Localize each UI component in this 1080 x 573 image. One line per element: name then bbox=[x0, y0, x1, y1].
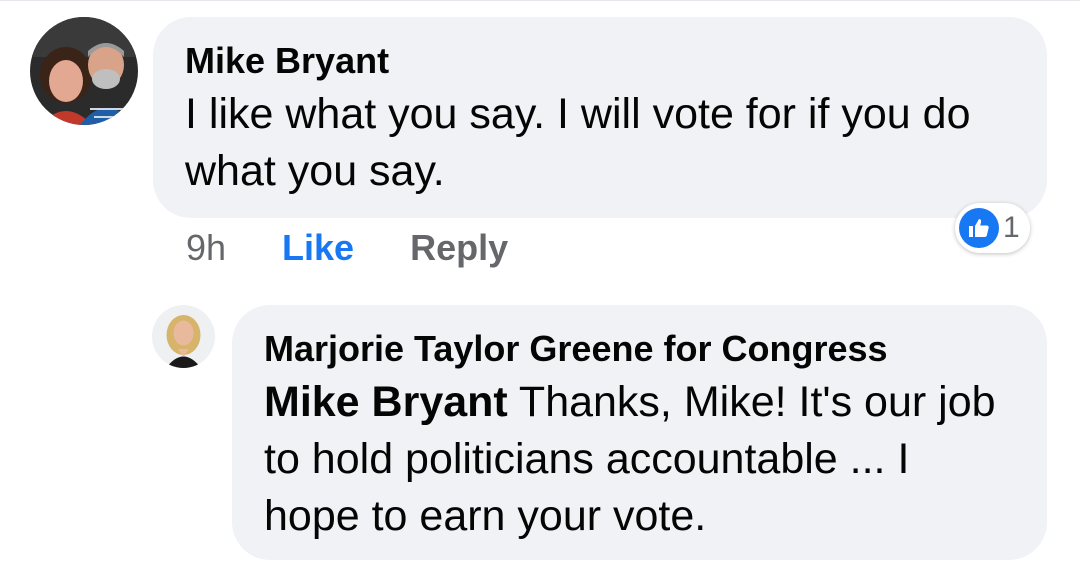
reply-author-name[interactable]: Marjorie Taylor Greene for Congress bbox=[264, 327, 1015, 371]
reply-button[interactable]: Reply bbox=[410, 227, 508, 269]
like-button[interactable]: Like bbox=[282, 227, 354, 269]
reply-bubble: Marjorie Taylor Greene for Congress Mike… bbox=[232, 305, 1047, 560]
top-divider bbox=[0, 0, 1080, 1]
comment-bubble: Mike Bryant I like what you say. I will … bbox=[153, 17, 1047, 218]
reply-author-avatar[interactable] bbox=[152, 305, 215, 368]
reply-text: Mike Bryant Thanks, Mike! It's our job t… bbox=[264, 374, 1015, 545]
thumbs-up-icon bbox=[959, 208, 999, 248]
comment-timestamp[interactable]: 9h bbox=[186, 227, 226, 269]
reaction-summary[interactable]: 1 bbox=[955, 203, 1030, 253]
comment-actions: 9h Like Reply bbox=[186, 223, 508, 273]
comment-author-name[interactable]: Mike Bryant bbox=[185, 39, 1015, 83]
couple-photo-avatar bbox=[30, 17, 138, 125]
mention-link[interactable]: Mike Bryant bbox=[264, 378, 508, 426]
comment-text: I like what you say. I will vote for if … bbox=[185, 90, 971, 195]
comment-author-avatar[interactable] bbox=[30, 17, 138, 125]
reaction-count: 1 bbox=[1003, 211, 1020, 244]
woman-photo-avatar bbox=[152, 305, 215, 368]
